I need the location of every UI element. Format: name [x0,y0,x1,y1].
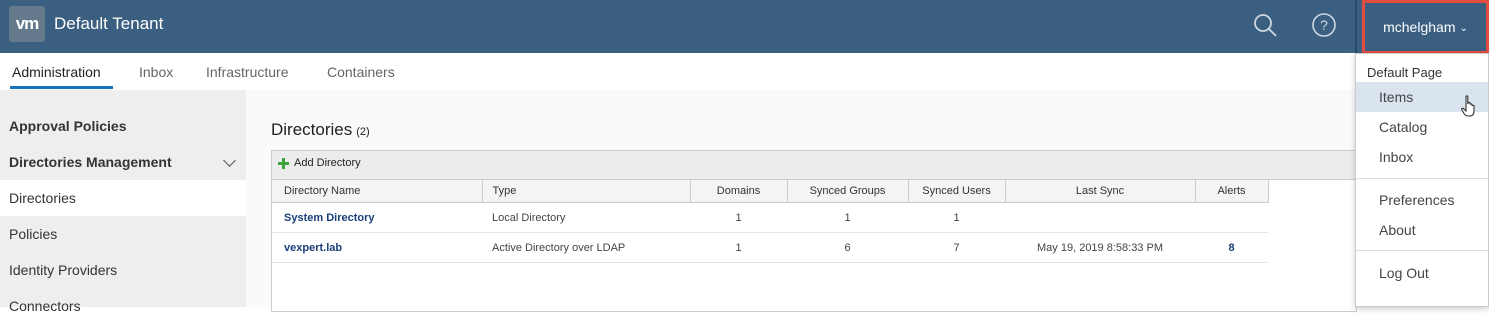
last-sync: May 19, 2019 8:58:33 PM [1005,232,1195,263]
table-row[interactable]: vexpert.lab Active Directory over LDAP 1… [272,232,1268,263]
sidebar-item-label: Approval Policies [9,118,127,134]
last-sync [1005,202,1195,233]
table-row[interactable]: System Directory Local Directory 1 1 1 [272,202,1268,233]
chevron-down-icon: ⌄ [1459,22,1468,34]
directory-name-link[interactable]: System Directory [272,202,482,233]
sidebar: Approval Policies Directories Management… [0,90,246,314]
sidebar-item-identity-providers[interactable]: Identity Providers [0,252,246,288]
vmware-logo[interactable]: vm [9,6,45,42]
column-header[interactable]: Directory Name [272,180,483,203]
sidebar-item-label: Policies [9,226,58,242]
synced-groups-count: 6 [787,232,908,263]
tab-inbox[interactable]: Inbox [139,64,173,80]
menu-item-inbox[interactable]: Inbox [1356,142,1488,172]
menu-item-preferences[interactable]: Preferences [1356,185,1488,215]
add-directory-label: Add Directory [294,157,361,169]
tenant-name: Default Tenant [54,14,164,33]
sidebar-item-label: Connectors [9,298,81,314]
domains-count: 1 [690,202,787,233]
add-directory-button[interactable]: Add Directory [278,157,361,169]
directories-panel: Add Directory Directory Name Type Domain… [271,150,1357,312]
username-label: mchelgham [1383,19,1456,35]
directories-table: Directory Name Type Domains Synced Group… [272,180,1269,263]
column-header[interactable]: Synced Users [908,180,1006,203]
tab-containers[interactable]: Containers [327,64,395,80]
header-divider [1355,0,1357,53]
directory-type: Active Directory over LDAP [482,232,690,263]
directory-type: Local Directory [482,202,690,233]
column-header[interactable]: Synced Groups [787,180,909,203]
domains-count: 1 [690,232,787,263]
column-header[interactable]: Type [482,180,691,203]
help-icon[interactable]: ? [1311,12,1337,38]
dropdown-heading: Default Page [1367,65,1443,80]
page-title: Directories (2) [271,120,370,140]
synced-groups-count: 1 [787,202,908,233]
sidebar-item-directories-management[interactable]: Directories Management [0,144,246,180]
menu-divider [1356,178,1488,179]
sidebar-item-directories[interactable]: Directories [0,180,246,216]
directory-name-link[interactable]: vexpert.lab [272,232,482,263]
hand-cursor-icon [1461,95,1475,117]
menu-item-about[interactable]: About [1356,215,1488,245]
tab-administration[interactable]: Administration [12,64,101,80]
user-menu-button[interactable]: mchelgham ⌄ [1362,0,1489,54]
column-header[interactable]: Domains [690,180,788,203]
plus-icon [278,157,289,169]
column-header[interactable]: Last Sync [1005,180,1196,203]
synced-users-count: 1 [908,202,1005,233]
top-header: vm Default Tenant ? mchelgham ⌄ [0,0,1489,54]
page-title-text: Directories [271,120,353,139]
chevron-down-icon[interactable] [223,154,236,167]
search-icon[interactable] [1252,12,1278,38]
directory-count: (2) [356,126,370,138]
sidebar-item-label: Identity Providers [9,262,118,278]
alerts-count[interactable] [1195,202,1268,233]
sidebar-item-approval-policies[interactable]: Approval Policies [0,108,246,144]
main-tabs: Administration Inbox Infrastructure Cont… [0,53,1489,91]
menu-divider [1356,250,1488,251]
tab-infrastructure[interactable]: Infrastructure [206,64,288,80]
sidebar-item-label: Directories [9,190,76,206]
synced-users-count: 7 [908,232,1005,263]
alerts-count[interactable]: 8 [1195,232,1268,263]
column-header[interactable]: Alerts [1195,180,1269,203]
sidebar-item-label: Directories Management [9,154,172,170]
menu-item-log-out[interactable]: Log Out [1356,258,1488,288]
sidebar-item-connectors[interactable]: Connectors [0,288,246,324]
user-dropdown-menu: Default Page Items Catalog Inbox Prefere… [1355,53,1489,307]
sidebar-item-policies[interactable]: Policies [0,216,246,252]
svg-text:?: ? [1320,17,1328,33]
active-tab-indicator [10,86,113,89]
grid-toolbar: Add Directory [272,151,1356,180]
main-content: Directories (2) Add Directory Directory N… [246,90,1489,312]
